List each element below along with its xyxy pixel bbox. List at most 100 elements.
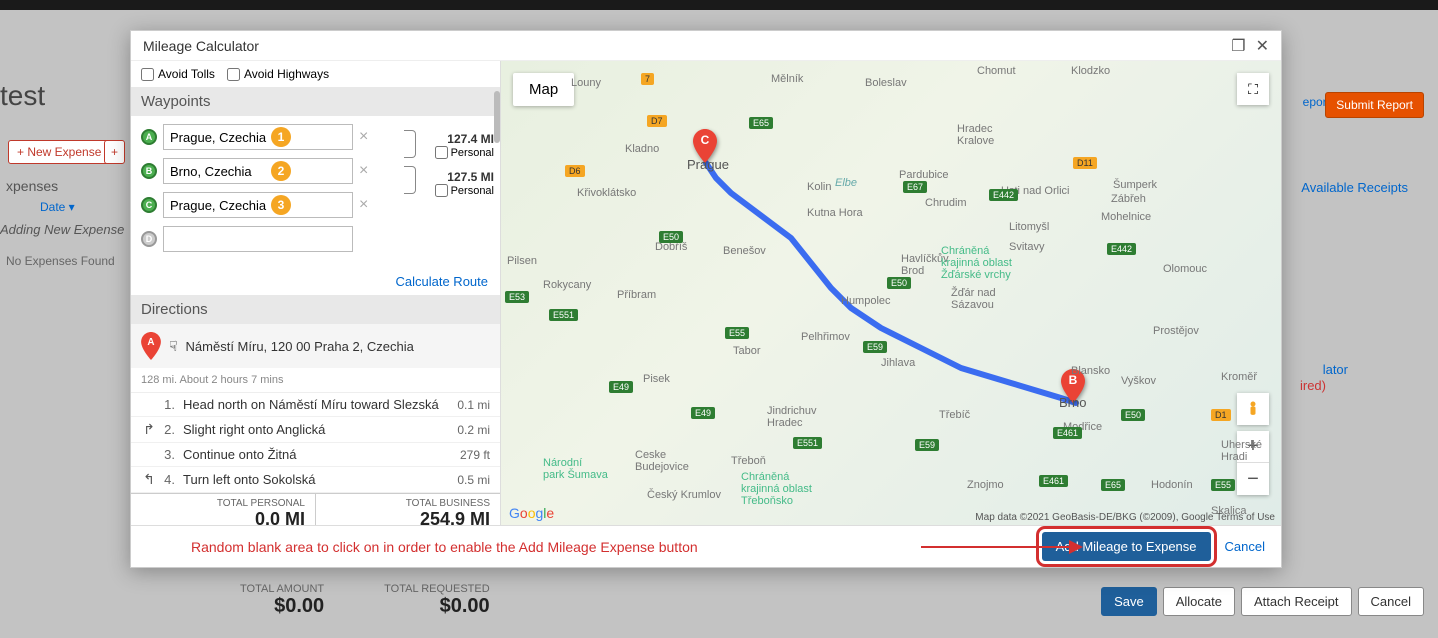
city-label: Tabor <box>733 345 761 357</box>
city-label: Prostějov <box>1153 325 1199 337</box>
city-label: Kutna Hora <box>807 207 863 219</box>
close-icon[interactable]: ✕ <box>1256 36 1269 56</box>
waypoint-input-a[interactable] <box>163 124 353 150</box>
google-logo: Google <box>509 505 554 521</box>
city-label: Benešov <box>723 245 766 257</box>
personal-checkbox[interactable]: Personal <box>435 184 494 197</box>
map-type-button[interactable]: Map <box>513 73 574 106</box>
city-label: Jindrichuv Hradec <box>767 405 817 429</box>
waypoint-marker-d: D <box>141 231 157 247</box>
route-panel: Avoid Tolls Avoid Highways Waypoints A ×… <box>131 61 501 525</box>
waypoint-input-b[interactable] <box>163 158 353 184</box>
direction-step: 1. Head north on Náměstí Míru toward Sle… <box>131 393 500 417</box>
city-label: Pardubice <box>899 169 949 181</box>
directions-header: Directions <box>131 295 500 324</box>
remove-waypoint-icon[interactable]: × <box>359 162 371 180</box>
maximize-icon[interactable]: ❐ <box>1231 36 1245 56</box>
map[interactable]: Map ⛶ + − C B Prague Brno Pilsen Louny <box>501 61 1281 525</box>
pegman-icon[interactable] <box>1237 393 1269 425</box>
total-requested-label: TOTAL REQUESTED <box>384 583 490 595</box>
city-label: Humpolec <box>841 295 891 307</box>
direction-step: ↰ 4. Turn left onto Sokolská 0.5 mi <box>131 467 500 493</box>
allocate-button[interactable]: Allocate <box>1163 587 1235 616</box>
remove-waypoint-icon[interactable]: × <box>359 128 371 146</box>
segment-miles: 127.5 MI <box>435 170 494 184</box>
city-label: Vyškov <box>1121 375 1156 387</box>
annotation-text: Random blank area to click on in order t… <box>191 539 698 555</box>
city-label: Zábřeh <box>1111 193 1146 205</box>
pin-a-icon: A <box>141 332 161 360</box>
city-label: Brno <box>1059 395 1086 410</box>
direction-step: 3. Continue onto Žitná 279 ft <box>131 443 500 467</box>
cancel-button[interactable]: Cancel <box>1358 587 1424 616</box>
city-label: Boleslav <box>865 77 907 89</box>
annotation-arrow <box>921 546 1081 548</box>
city-label: Uherské Hradi <box>1221 439 1262 463</box>
city-label: Klodzko <box>1071 65 1110 77</box>
total-personal-label: TOTAL PERSONAL <box>141 498 305 509</box>
waypoint-marker-a: A <box>141 129 157 145</box>
total-business-value: 254.9 MI <box>326 509 490 525</box>
city-label: Český Krumlov <box>647 489 721 501</box>
waypoint-marker-b: B <box>141 163 157 179</box>
waypoint-input-d[interactable] <box>163 226 353 252</box>
region-label: Národní park Šumava <box>543 457 608 481</box>
city-label: Rokycany <box>543 279 591 291</box>
city-label: Louny <box>571 77 601 89</box>
city-label: Hodonín <box>1151 479 1193 491</box>
river-label: Elbe <box>835 177 857 189</box>
zoom-out-button[interactable]: − <box>1237 463 1269 495</box>
remove-waypoint-icon[interactable]: × <box>359 196 371 214</box>
add-button[interactable]: + <box>104 140 125 164</box>
page-title: test <box>0 80 45 112</box>
city-label: Jihlava <box>881 357 915 369</box>
personal-checkbox[interactable]: Personal <box>435 146 494 159</box>
submit-report-button[interactable]: Submit Report <box>1325 92 1424 118</box>
fullscreen-icon[interactable]: ⛶ <box>1237 73 1269 105</box>
city-label: Blansko <box>1071 365 1110 377</box>
map-attribution: Map data ©2021 GeoBasis-DE/BKG (©2009), … <box>975 512 1275 523</box>
avoid-highways-checkbox[interactable]: Avoid Highways <box>227 67 329 81</box>
attach-receipt-button[interactable]: Attach Receipt <box>1241 587 1352 616</box>
save-button[interactable]: Save <box>1101 587 1157 616</box>
city-label: Křivoklátsko <box>577 187 636 199</box>
waypoint-marker-c: C <box>141 197 157 213</box>
waypoint-input-c[interactable] <box>163 192 353 218</box>
segment-miles: 127.4 MI <box>435 132 494 146</box>
bg-text-fragment: ired) <box>1300 378 1326 393</box>
cancel-link[interactable]: Cancel <box>1225 539 1265 554</box>
city-label: Kolin <box>807 181 831 193</box>
avoid-tolls-checkbox[interactable]: Avoid Tolls <box>141 67 215 81</box>
calculate-route-link[interactable]: Calculate Route <box>131 268 500 295</box>
date-column-header[interactable]: Date ▾ <box>40 200 75 214</box>
scrollbar[interactable] <box>494 91 500 143</box>
city-label: Mělník <box>771 73 803 85</box>
available-receipts-link[interactable]: Available Receipts <box>1301 180 1408 195</box>
total-requested-value: $0.00 <box>384 595 490 618</box>
city-label: Kroměř <box>1221 371 1257 383</box>
city-label: Třeboň <box>731 455 766 467</box>
directions-steps: 1. Head north on Náměstí Míru toward Sle… <box>131 393 500 493</box>
total-personal-value: 0.0 MI <box>141 509 305 525</box>
adding-expense-status: Adding New Expense <box>0 222 124 237</box>
city-label: Třebíč <box>939 409 970 421</box>
city-label: Pelhřimov <box>801 331 850 343</box>
new-expense-button[interactable]: + New Expense <box>8 140 110 164</box>
region-label: Chráněná krajinná oblast Žďárské vrchy <box>941 245 1012 281</box>
bg-text-fragment: lator <box>1323 362 1348 377</box>
turn-left-icon: ↰ <box>141 471 157 488</box>
expenses-heading: xpenses <box>6 178 58 194</box>
total-amount-label: TOTAL AMOUNT <box>240 583 324 595</box>
cursor-icon: ☟ <box>169 338 178 355</box>
no-expenses-label: No Expenses Found <box>6 254 115 268</box>
city-label: Šumperk <box>1113 179 1157 191</box>
city-label: Olomouc <box>1163 263 1207 275</box>
city-label: Mohelnice <box>1101 211 1151 223</box>
city-label: Hradec Kralove <box>957 123 994 147</box>
mileage-calculator-dialog: Mileage Calculator ❐ ✕ Avoid Tolls Avoid… <box>130 30 1282 568</box>
waypoints-header: Waypoints <box>131 87 500 116</box>
city-label: Svitavy <box>1009 241 1044 253</box>
total-amount-value: $0.00 <box>240 595 324 618</box>
svg-text:A: A <box>147 337 154 348</box>
directions-summary: 128 mi. About 2 hours 7 mins <box>131 368 500 393</box>
